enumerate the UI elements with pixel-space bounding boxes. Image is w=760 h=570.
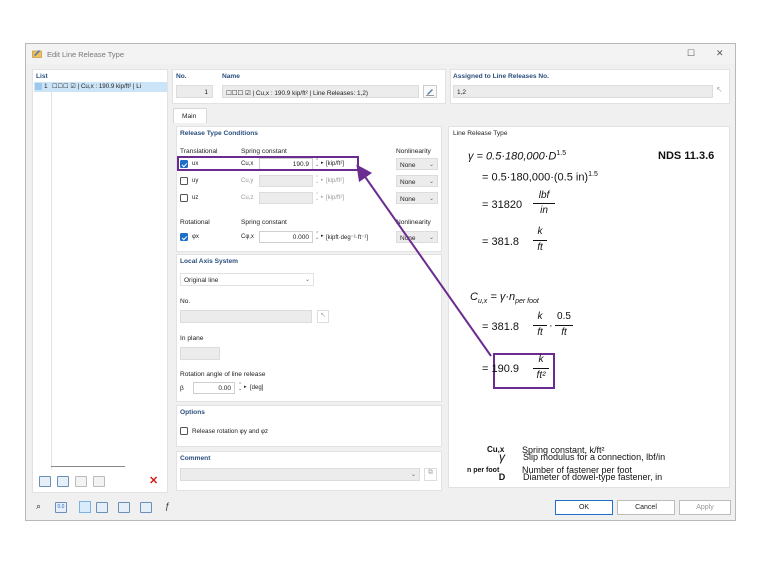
view-icon[interactable] (96, 502, 108, 513)
edit-line-release-type-dialog: Edit Line Release Type ☐ ✕ List 1 ☐☐☐ ☑ … (25, 43, 736, 521)
decimal-icon[interactable]: 0.0 (55, 502, 67, 513)
pointer-arrow (356, 164, 492, 357)
color-swatch-icon[interactable] (79, 501, 91, 513)
formula-icon[interactable]: ƒ (165, 501, 170, 511)
ok-button[interactable]: OK (555, 500, 613, 515)
bottom-bar: ⌕ 0.0 ƒ OK Cancel Apply (26, 496, 735, 520)
settings-icon[interactable] (140, 502, 152, 513)
info-icon[interactable] (118, 502, 130, 513)
apply-button[interactable]: Apply (679, 500, 731, 515)
cancel-button[interactable]: Cancel (617, 500, 675, 515)
search-icon[interactable]: ⌕ (36, 501, 41, 512)
